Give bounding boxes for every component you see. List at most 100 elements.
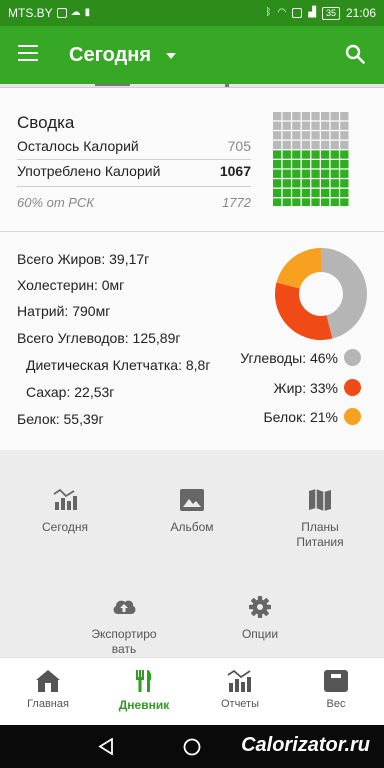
grid-cell bbox=[340, 188, 349, 198]
gear-icon bbox=[249, 596, 271, 618]
legend-fat-dot bbox=[344, 379, 361, 396]
carrier-name: MTS.BY bbox=[8, 6, 53, 20]
grid-cell bbox=[301, 198, 311, 206]
nav-home[interactable]: Главная bbox=[8, 668, 88, 710]
sugar: Сахар: 22,53г bbox=[26, 384, 115, 400]
grid-cell bbox=[330, 150, 339, 159]
search-icon[interactable] bbox=[345, 44, 365, 64]
legend-fat: Жир: 33% bbox=[274, 379, 361, 396]
grid-cell bbox=[292, 179, 301, 188]
nav-reports-label: Отчеты bbox=[220, 698, 260, 710]
grid-cell bbox=[282, 179, 291, 188]
grid-cell bbox=[311, 150, 320, 159]
cloud-upload-icon bbox=[113, 600, 136, 614]
grid-cell bbox=[282, 140, 291, 150]
bluetooth-icon: ᛒ bbox=[265, 7, 272, 18]
album-shortcut[interactable]: Альбом bbox=[152, 488, 232, 535]
grid-cell bbox=[273, 150, 282, 159]
macro-donut-chart bbox=[275, 248, 368, 340]
grid-cell bbox=[282, 121, 291, 130]
grid-cell bbox=[330, 140, 339, 150]
chevron-down-icon[interactable] bbox=[166, 53, 176, 59]
menu-icon[interactable] bbox=[18, 45, 38, 61]
grid-cell bbox=[292, 160, 301, 169]
rdi-percent-row: 60% от РСК 1772 bbox=[17, 195, 251, 210]
grid-cell bbox=[292, 169, 301, 178]
options-shortcut-label: Опции bbox=[241, 627, 279, 641]
nav-weight[interactable]: Вес bbox=[296, 668, 376, 710]
system-navigation-bar: Calorizator.ru bbox=[0, 725, 384, 768]
grid-cell bbox=[282, 188, 291, 198]
summary-title: Сводка bbox=[17, 113, 75, 132]
fat-total: Всего Жиров: 39,17г bbox=[17, 251, 150, 267]
app-bar: Сегодня bbox=[0, 26, 384, 84]
grid-cell bbox=[330, 160, 339, 169]
grid-cell bbox=[301, 112, 311, 121]
grid-cell bbox=[273, 112, 282, 121]
grid-cell bbox=[321, 131, 330, 140]
grid-cell bbox=[311, 112, 320, 121]
remaining-calories-value: 705 bbox=[227, 138, 251, 154]
carbs-total: Всего Углеводов: 125,89г bbox=[17, 330, 181, 346]
grid-cell bbox=[311, 179, 320, 188]
options-shortcut[interactable]: Опции bbox=[220, 595, 300, 642]
grid-cell bbox=[282, 131, 291, 140]
grid-cell bbox=[301, 160, 311, 169]
row-divider bbox=[17, 159, 251, 160]
grid-cell bbox=[292, 140, 301, 150]
sim-icon bbox=[292, 8, 303, 18]
battery-icon: 35 bbox=[321, 6, 340, 20]
grid-cell bbox=[273, 121, 282, 130]
grid-cell bbox=[301, 169, 311, 178]
today-shortcut[interactable]: Сегодня bbox=[26, 488, 104, 535]
grid-cell bbox=[330, 112, 339, 121]
nav-reports[interactable]: Отчеты bbox=[200, 668, 280, 710]
meal-plans-shortcut[interactable]: Планы Питания bbox=[280, 488, 360, 550]
grid-cell bbox=[292, 150, 301, 159]
watermark-logo: Calorizator.ru bbox=[241, 734, 370, 756]
legend-protein-dot bbox=[344, 408, 361, 425]
nav-diary[interactable]: Дневник bbox=[104, 668, 184, 712]
cholesterol: Холестерин: 0мг bbox=[17, 277, 125, 293]
grid-cell bbox=[282, 198, 291, 206]
previous-card-edge bbox=[0, 84, 384, 88]
grid-cell bbox=[330, 198, 339, 206]
grid-cell bbox=[282, 169, 291, 178]
legend-fat-label: Жир: 33% bbox=[273, 379, 338, 396]
meal-plans-shortcut-label: Планы Питания bbox=[296, 520, 344, 549]
legend-carbs: Углеводы: 46% bbox=[240, 349, 361, 366]
sodium: Натрий: 790мг bbox=[17, 303, 111, 319]
signal-icon: ▟ bbox=[308, 7, 316, 18]
grid-cell bbox=[321, 179, 330, 188]
image-notification-icon bbox=[56, 8, 67, 18]
grid-cell bbox=[301, 188, 311, 198]
grid-cell bbox=[273, 198, 282, 206]
report-chart-icon bbox=[227, 669, 251, 692]
grid-cell bbox=[273, 131, 282, 140]
album-shortcut-label: Альбом bbox=[170, 520, 214, 534]
grid-cell bbox=[292, 188, 301, 198]
grid-cell bbox=[273, 160, 282, 169]
grid-cell bbox=[311, 131, 320, 140]
grid-cell bbox=[311, 160, 320, 169]
dietary-fiber: Диетическая Клетчатка: 8,8г bbox=[26, 357, 211, 373]
image-icon bbox=[180, 489, 204, 511]
page-title[interactable]: Сегодня bbox=[69, 44, 151, 67]
back-icon[interactable] bbox=[98, 738, 114, 755]
grid-cell bbox=[311, 188, 320, 198]
grid-cell bbox=[340, 160, 349, 169]
home-circle-icon[interactable] bbox=[183, 738, 201, 756]
grid-cell bbox=[330, 188, 339, 198]
grid-cell bbox=[321, 121, 330, 130]
row-divider bbox=[17, 186, 251, 187]
grid-cell bbox=[340, 112, 349, 121]
grid-cell bbox=[282, 150, 291, 159]
today-shortcut-label: Сегодня bbox=[42, 520, 88, 534]
nav-weight-label: Вес bbox=[326, 698, 346, 710]
grid-cell bbox=[340, 140, 349, 150]
export-shortcut[interactable]: Экспортиро вать bbox=[84, 595, 164, 657]
grid-cell bbox=[311, 140, 320, 150]
grid-cell bbox=[321, 150, 330, 159]
grid-cell bbox=[321, 140, 330, 150]
donut-slice-fat bbox=[275, 282, 333, 340]
